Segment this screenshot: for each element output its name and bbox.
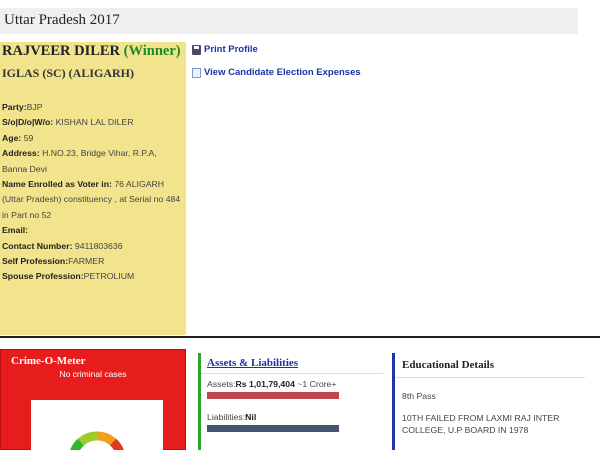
- meter-card: [31, 400, 163, 450]
- page-title: Uttar Pradesh 2017: [4, 12, 120, 28]
- winner-badge: (Winner): [123, 43, 181, 59]
- document-icon: [192, 67, 201, 78]
- candidate-details: Party:BJP S/o|D/o|W/o: KISHAN LAL DILER …: [2, 100, 184, 285]
- education-separator: [395, 377, 585, 378]
- educational-details: Educational Details 8th Pass 10TH FAILED…: [392, 353, 585, 450]
- education-detail: 10TH FAILED FROM LAXMI RAJ INTER COLLEGE…: [402, 413, 560, 435]
- detail-email: Email:: [2, 225, 29, 236]
- detail-contact: Contact Number: 9411803636: [2, 240, 123, 251]
- crime-o-meter: Crime-O-Meter No criminal cases: [0, 349, 186, 450]
- print-profile-link[interactable]: Print Profile: [192, 44, 361, 55]
- assets-liabilities: Assets & Liabilities Assets:Rs 1,01,79,4…: [198, 353, 383, 450]
- assets-separator: [201, 373, 383, 374]
- candidate-name-line: RAJVEER DILER (Winner): [2, 43, 184, 60]
- detail-relation: S/o|D/o|W/o: KISHAN LAL DILER: [2, 117, 134, 128]
- detail-spouse-profession: Spouse Profession:PETROLIUM: [2, 271, 135, 282]
- profile-links: Print Profile View Candidate Election Ex…: [192, 44, 361, 90]
- assets-bar: [207, 392, 339, 399]
- election-expenses-label: View Candidate Election Expenses: [204, 67, 361, 78]
- detail-address: Address: H.NO.23, Bridge Vihar, R.P.A, B…: [2, 148, 157, 174]
- education-level: 8th Pass: [402, 391, 436, 401]
- printer-icon: [192, 44, 201, 55]
- candidate-name: RAJVEER DILER: [2, 43, 121, 59]
- detail-self-profession: Self Profession:FARMER: [2, 256, 105, 267]
- assets-liabilities-title[interactable]: Assets & Liabilities: [207, 353, 380, 369]
- liabilities-bar: [207, 425, 339, 432]
- page-header: Uttar Pradesh 2017: [0, 8, 578, 34]
- detail-party: Party:BJP: [2, 102, 43, 112]
- educational-details-title: Educational Details: [402, 359, 494, 371]
- detail-age: Age: 59: [2, 132, 34, 143]
- crime-status: No criminal cases: [59, 369, 127, 379]
- assets-value-line: Assets:Rs 1,01,79,404 ~1 Crore+: [207, 379, 337, 389]
- election-expenses-link[interactable]: View Candidate Election Expenses: [192, 67, 361, 78]
- liabilities-value-line: Liabilities:Nil: [207, 412, 257, 422]
- detail-voter-enrollment: Name Enrolled as Voter in: 76 ALIGARH (U…: [2, 179, 181, 220]
- print-profile-label: Print Profile: [204, 44, 258, 55]
- gauge-icon: [70, 431, 124, 450]
- constituency: IGLAS (SC) (ALIGARH): [2, 66, 135, 80]
- crime-o-meter-title: Crime-O-Meter: [11, 355, 86, 367]
- section-divider: [0, 336, 600, 338]
- candidate-panel: RAJVEER DILER (Winner) IGLAS (SC) (ALIGA…: [0, 42, 186, 335]
